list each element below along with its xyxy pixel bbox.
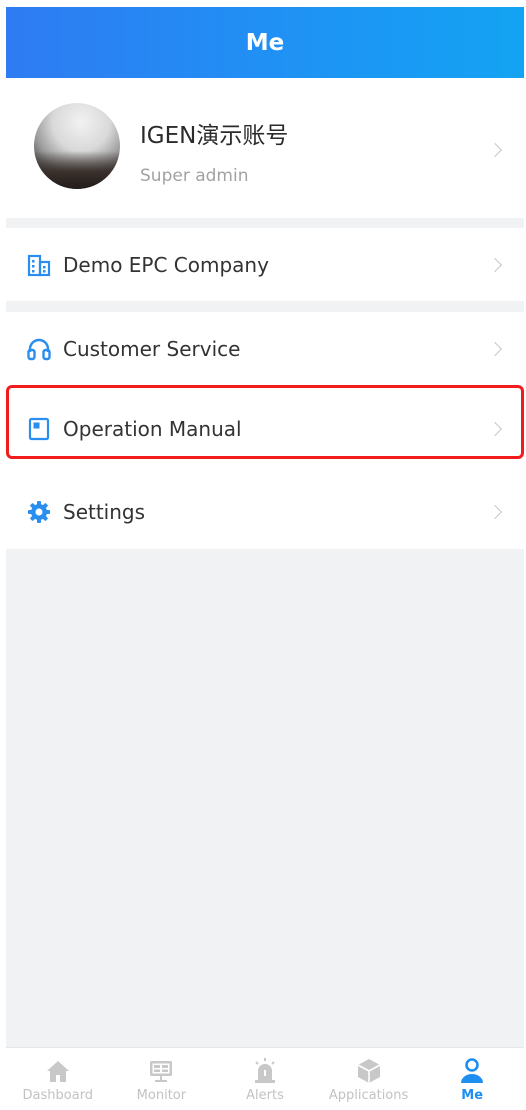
tab-label: Alerts [246, 1088, 284, 1103]
menu-item-label: Settings [63, 500, 146, 524]
monitor-icon [150, 1061, 173, 1082]
operation-manual-highlight [6, 385, 524, 459]
building-icon [27, 254, 51, 277]
tab-label: Me [461, 1088, 484, 1103]
headset-icon [27, 338, 51, 361]
tab-label: Dashboard [22, 1088, 94, 1103]
menu-item-settings[interactable]: Settings [6, 475, 524, 549]
tab-me[interactable]: Me [420, 1048, 524, 1105]
page-title: Me [245, 29, 285, 56]
alarm-icon [254, 1058, 275, 1083]
profile-card[interactable]: IGEN演示账号 Super admin [6, 78, 524, 218]
tab-alerts[interactable]: Alerts [213, 1048, 317, 1105]
home-icon [46, 1061, 69, 1082]
chevron-right-icon [487, 341, 503, 357]
me-screen: Me IGEN演示账号 Super admin Demo EPC Company [6, 7, 524, 1105]
chevron-right-icon [487, 257, 503, 273]
tab-applications[interactable]: Applications [317, 1048, 421, 1105]
company-label: Demo EPC Company [63, 253, 269, 277]
avatar [34, 103, 120, 189]
profile-name: IGEN演示账号 [140, 123, 289, 149]
chevron-right-icon [487, 504, 503, 520]
tab-label: Monitor [136, 1088, 187, 1103]
cube-icon [357, 1059, 380, 1083]
profile-role: Super admin [140, 166, 249, 186]
bottom-tab-bar: Dashboard Monitor Alerts Applications Me [6, 1047, 524, 1105]
person-icon [461, 1058, 484, 1083]
menu-item-customer-service[interactable]: Customer Service [6, 312, 524, 386]
header-bar: Me [6, 7, 524, 78]
gear-icon [28, 501, 50, 523]
chevron-right-icon [487, 142, 503, 158]
tab-monitor[interactable]: Monitor [110, 1048, 214, 1105]
menu-item-label: Customer Service [63, 337, 241, 361]
company-row[interactable]: Demo EPC Company [6, 228, 524, 301]
tab-label: Applications [328, 1088, 409, 1103]
tab-dashboard[interactable]: Dashboard [6, 1048, 110, 1105]
